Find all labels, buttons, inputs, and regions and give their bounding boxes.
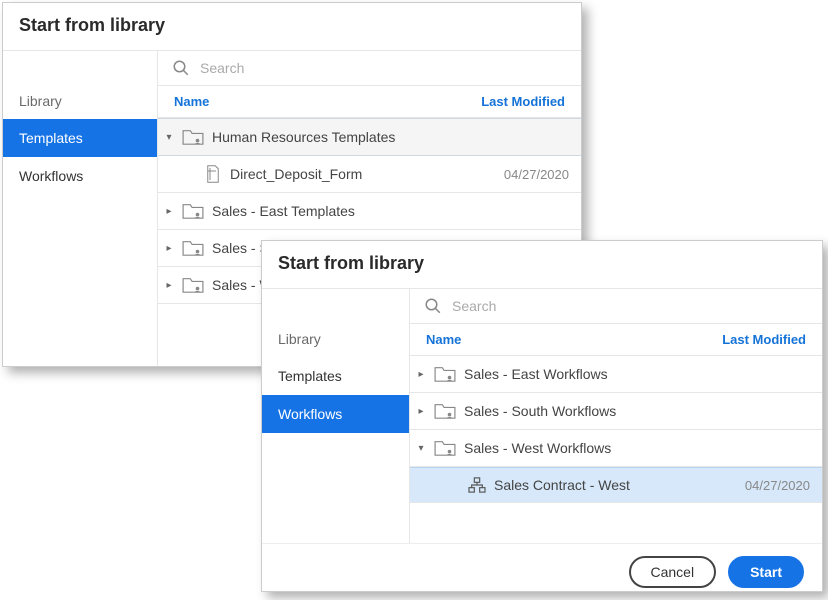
folder-row[interactable]: Human Resources Templates [158,118,581,156]
workflow-row[interactable]: Sales Contract - West 04/27/2020 [410,467,822,503]
folder-shared-icon [434,402,456,420]
search-placeholder: Search [200,60,244,76]
folder-label: Sales - West Workflows [464,440,611,456]
list: Sales - East Workflows Sales - South Wor… [410,356,822,543]
list-header: Name Last Modified [158,85,581,118]
column-name[interactable]: Name [426,332,461,347]
folder-shared-icon [434,365,456,383]
folder-label: Sales - East Templates [212,203,355,219]
sidebar-item-workflows[interactable]: Workflows [262,395,409,433]
workflow-icon [468,477,486,493]
chevron-right-icon[interactable] [416,369,426,380]
list-header: Name Last Modified [410,323,822,356]
folder-shared-icon [182,202,204,220]
search-input[interactable]: Search [158,51,581,85]
main-panel: Search Name Last Modified Sales - East W… [410,289,822,543]
folder-shared-icon [182,239,204,257]
sidebar-item-templates[interactable]: Templates [3,119,157,157]
sidebar-heading: Library [262,325,409,357]
column-modified[interactable]: Last Modified [481,94,565,109]
modified-date: 04/27/2020 [745,478,810,493]
search-input[interactable]: Search [410,289,822,323]
chevron-right-icon[interactable] [164,280,174,291]
folder-row[interactable]: Sales - West Workflows [410,430,822,467]
sidebar-heading: Library [3,87,157,119]
dialog-body: Library Templates Workflows Search Name … [262,289,822,543]
folder-row[interactable]: Sales - East Workflows [410,356,822,393]
folder-shared-icon [434,439,456,457]
sidebar: Library Templates Workflows [3,51,158,366]
chevron-down-icon[interactable] [416,443,426,454]
dialog-title: Start from library [3,3,581,51]
dialog-title: Start from library [262,241,822,289]
chevron-right-icon[interactable] [164,206,174,217]
column-name[interactable]: Name [174,94,209,109]
workflow-label: Sales Contract - West [494,477,630,493]
library-dialog-workflows: Start from library Library Templates Wor… [261,240,823,592]
chevron-right-icon[interactable] [416,406,426,417]
search-placeholder: Search [452,298,496,314]
sidebar-item-templates[interactable]: Templates [262,357,409,395]
start-button[interactable]: Start [728,556,804,588]
document-icon [204,165,222,183]
sidebar-item-workflows[interactable]: Workflows [3,157,157,195]
column-modified[interactable]: Last Modified [722,332,806,347]
document-label: Direct_Deposit_Form [230,166,362,182]
folder-shared-icon [182,128,204,146]
folder-row[interactable]: Sales - South Workflows [410,393,822,430]
chevron-right-icon[interactable] [164,243,174,254]
cancel-button[interactable]: Cancel [629,556,717,588]
folder-label: Sales - East Workflows [464,366,608,382]
chevron-down-icon[interactable] [164,132,174,143]
document-row[interactable]: Direct_Deposit_Form 04/27/2020 [158,156,581,193]
folder-label: Sales - South Workflows [464,403,616,419]
folder-shared-icon [182,276,204,294]
folder-row[interactable]: Sales - East Templates [158,193,581,230]
modified-date: 04/27/2020 [504,167,569,182]
search-icon [172,59,190,77]
folder-label: Human Resources Templates [212,129,395,145]
dialog-footer: Cancel Start [262,543,822,600]
sidebar: Library Templates Workflows [262,289,410,543]
search-icon [424,297,442,315]
